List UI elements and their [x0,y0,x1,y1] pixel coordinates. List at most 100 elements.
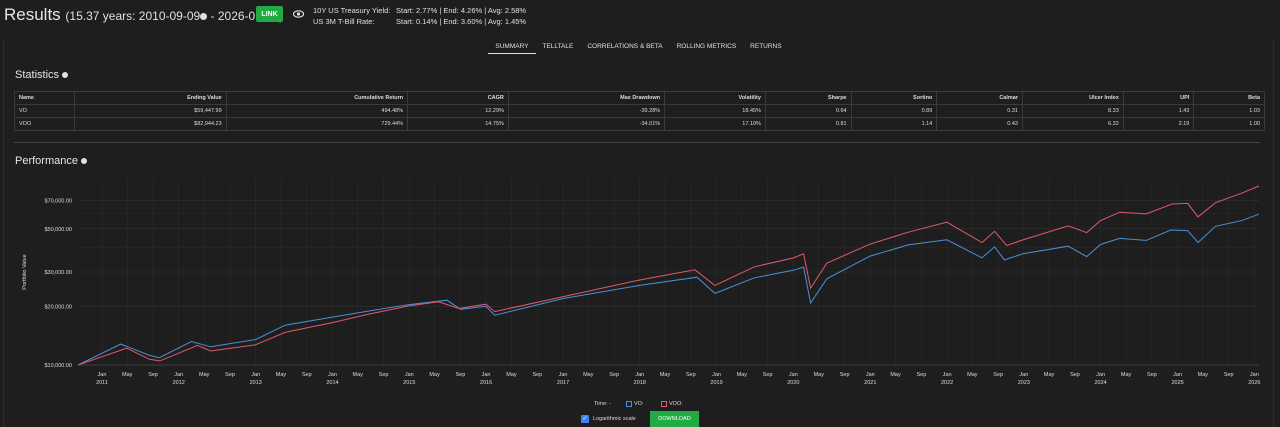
col-ending-value[interactable]: Ending Value [74,91,227,105]
x-tick-label: Sep [840,372,850,378]
legend-vo[interactable]: VO: [626,401,643,407]
tab-returns[interactable]: RETURNS [743,43,788,54]
cell-upi: 1.43 [1122,104,1195,118]
link-button[interactable]: LINK [256,6,283,22]
col-upi[interactable]: UPI [1122,91,1195,105]
date-range-start: (15.37 years: 2010-09-09 [65,9,201,23]
x-tick-label: May [737,372,748,378]
tbill-label: US 3M T-Bill Rate: [313,17,375,26]
x-year-label: 2012 [173,380,185,386]
x-tick-label: May [1044,372,1055,378]
eye-icon[interactable] [293,9,304,19]
x-tick-label: Sep [1224,372,1234,378]
y-tick-label: $20,000.00 [44,304,72,310]
x-tick-label: May [506,372,517,378]
x-tick-label: May [429,372,440,378]
x-tick-label: May [199,372,210,378]
treasury-row: 10Y US Treasury Yield: Start: 2.77% | End… [313,5,526,16]
legend-vo-label: VO: [634,401,644,407]
x-year-label: 2014 [326,380,338,386]
cell-beta: 1.00 [1193,117,1265,131]
cell-volatility: 18.45% [664,104,766,118]
tbill-row: US 3M T-Bill Rate: Start: 0.14% | End: 3.… [313,16,526,27]
col-max-drawdown[interactable]: Max Drawdown [507,91,666,105]
x-tick-label: May [276,372,287,378]
tab-summary[interactable]: SUMMARY [488,43,536,54]
cell-max-drawdown: -34.01% [507,117,666,131]
x-tick-label: Jan [559,372,568,378]
cell-ending-value: $59,447.99 [74,104,227,118]
x-tick-label: Jan [405,372,414,378]
cell-cagr: 14.75% [407,117,509,131]
legend-voo-swatch [661,401,667,407]
x-tick-label: Jan [1173,372,1182,378]
cell-calmar: 0.43 [936,117,1023,131]
y-tick-label: $30,000.00 [44,270,72,276]
log-scale-checkbox[interactable]: ✓ [581,415,589,423]
log-scale-label: Logarithmic scale [593,416,636,422]
x-tick-label: May [1121,372,1132,378]
x-tick-label: Sep [302,372,312,378]
performance-chart-svg[interactable]: $10,000.00 $20,000.00 $30,000.00 $50,000.00… [14,171,1265,403]
col-cagr[interactable]: CAGR [407,91,509,105]
x-year-label: 2016 [480,380,492,386]
cell-calmar: 0.31 [936,104,1023,118]
cell-cagr: 12.29% [407,104,509,118]
treasury-values: Start: 2.77% | End: 4.26% | Avg: 2.58% [396,6,527,15]
x-year-label: 2013 [250,380,262,386]
x-tick-label: Sep [993,372,1003,378]
cell-ending-value: $82,944.23 [74,117,227,131]
col-cumulative-return[interactable]: Cumulative Return [225,91,409,105]
x-tick-label: May [1198,372,1209,378]
tab-correlations-beta[interactable]: CORRELATIONS & BETA [580,43,669,54]
x-tick-label: Sep [1147,372,1157,378]
x-tick-label: Jan [943,372,952,378]
table-row: VOO $82,944.23 729.44% 14.75% -34.01% 17… [13,117,1265,131]
x-tick-label: Jan [251,372,260,378]
x-tick-label: May [890,372,901,378]
x-tick-label: Jan [635,372,644,378]
x-tick-label: Jan [1019,372,1028,378]
statistics-info-icon[interactable] [62,72,69,79]
col-calmar[interactable]: Calmar [936,91,1023,105]
x-tick-label: May [660,372,671,378]
col-sortino[interactable]: Sortino [850,91,938,105]
cell-volatility: 17.10% [664,117,766,131]
cell-name: VO [13,104,76,118]
x-tick-label: Jan [789,372,798,378]
col-ulcer-index[interactable]: Ulcer Index [1021,91,1124,105]
treasury-label: 10Y US Treasury Yield: [313,6,391,15]
x-year-label: 2022 [941,380,953,386]
col-volatility[interactable]: Volatility [664,91,766,105]
statistics-table: Name Ending Value Cumulative Return CAGR… [13,91,1265,131]
performance-heading-text: Performance [15,155,78,167]
tab-bar: SUMMARY TELLTALE CORRELATIONS & BETA ROL… [4,43,1273,54]
x-year-label: 2023 [1018,380,1030,386]
legend-voo[interactable]: VOO: [661,401,683,407]
performance-chart[interactable]: $10,000.00 $20,000.00 $30,000.00 $50,000.00… [14,171,1265,403]
x-year-label: 2021 [864,380,876,386]
legend-vo-swatch [626,401,632,407]
x-tick-label: Sep [148,372,158,378]
tab-rolling-metrics[interactable]: ROLLING METRICS [670,43,744,54]
time-readout: Time: - [594,401,611,407]
statistics-heading-text: Statistics [15,69,60,81]
x-tick-label: Sep [609,372,619,378]
y-tick-label: $10,000.00 [44,363,72,369]
y-tick-label: $50,000.00 [44,227,72,233]
download-button[interactable]: DOWNLOAD [650,411,699,427]
x-year-label: 2020 [787,380,799,386]
col-beta[interactable]: Beta [1193,91,1265,105]
x-year-label: 2011 [96,380,108,386]
x-tick-label: Sep [379,372,389,378]
cell-beta: 1.03 [1193,104,1265,118]
col-name[interactable]: Name [13,91,76,105]
cell-sortino: 0.89 [850,104,938,118]
tab-telltale[interactable]: TELLTALE [536,43,581,54]
table-row: VO $59,447.99 494.48% 12.29% -39.28% 18.… [13,104,1265,118]
performance-info-icon[interactable] [81,158,88,165]
x-year-label: 2024 [1094,380,1106,386]
cell-cumulative-return: 729.44% [225,117,409,131]
cell-max-drawdown: -39.28% [507,104,666,118]
col-sharpe[interactable]: Sharpe [764,91,852,105]
